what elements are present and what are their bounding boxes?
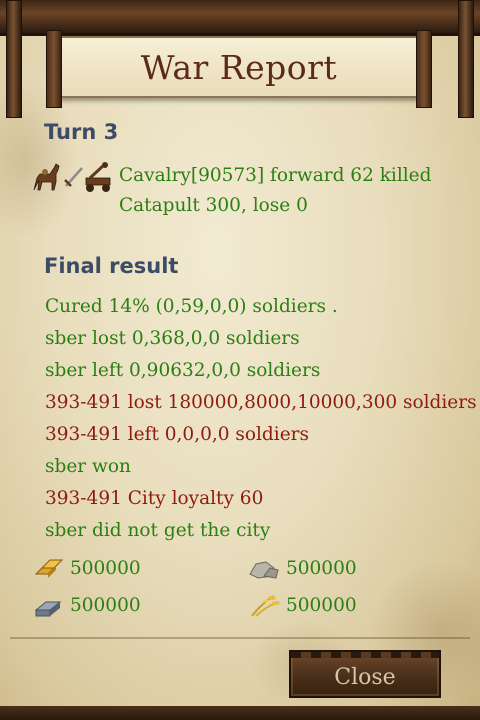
result-line-6: sber won <box>45 456 131 477</box>
food-icon <box>251 595 280 617</box>
result-line-8: sber did not get the city <box>45 520 271 541</box>
bottom-wood-bar <box>0 706 480 720</box>
title-banner: War Report <box>46 30 432 108</box>
gold-value: 500000 <box>70 557 141 579</box>
right-wood-post <box>458 0 474 118</box>
close-button[interactable]: Close <box>289 650 441 698</box>
horse-icon <box>33 163 60 191</box>
sword-icon <box>64 167 83 187</box>
turn-line-1: Cavalry[90573] forward 62 killed <box>119 165 432 186</box>
iron-value: 500000 <box>70 594 141 616</box>
result-line-7: 393-491 City loyalty 60 <box>45 488 264 509</box>
unit-icons <box>33 162 111 192</box>
stone-value: 500000 <box>286 557 357 579</box>
resource-iron: 500000 <box>34 592 141 618</box>
resource-stone: 500000 <box>248 556 357 580</box>
divider <box>10 637 470 639</box>
result-line-3: sber left 0,90632,0,0 soldiers <box>45 360 321 381</box>
resource-gold: 500000 <box>34 556 141 580</box>
result-line-1: Cured 14% (0,59,0,0) soldiers . <box>45 296 338 317</box>
left-wood-post <box>6 0 22 118</box>
result-line-2: sber lost 0,368,0,0 soldiers <box>45 328 300 349</box>
final-result-heading: Final result <box>44 254 179 278</box>
iron-icon <box>34 601 62 617</box>
resource-food: 500000 <box>248 592 357 618</box>
turn-line-2: Catapult 300, lose 0 <box>119 195 308 216</box>
result-line-4: 393-491 lost 180000,8000,10000,300 soldi… <box>45 392 477 413</box>
food-value: 500000 <box>286 594 357 616</box>
page-title: War Report <box>140 47 338 87</box>
gold-icon <box>34 559 64 578</box>
turn-heading: Turn 3 <box>44 120 119 144</box>
stone-icon <box>249 561 279 579</box>
catapult-icon <box>85 162 111 192</box>
result-line-5: 393-491 left 0,0,0,0 soldiers <box>45 424 309 445</box>
top-wood-frame <box>0 0 480 36</box>
close-button-label: Close <box>334 664 396 690</box>
